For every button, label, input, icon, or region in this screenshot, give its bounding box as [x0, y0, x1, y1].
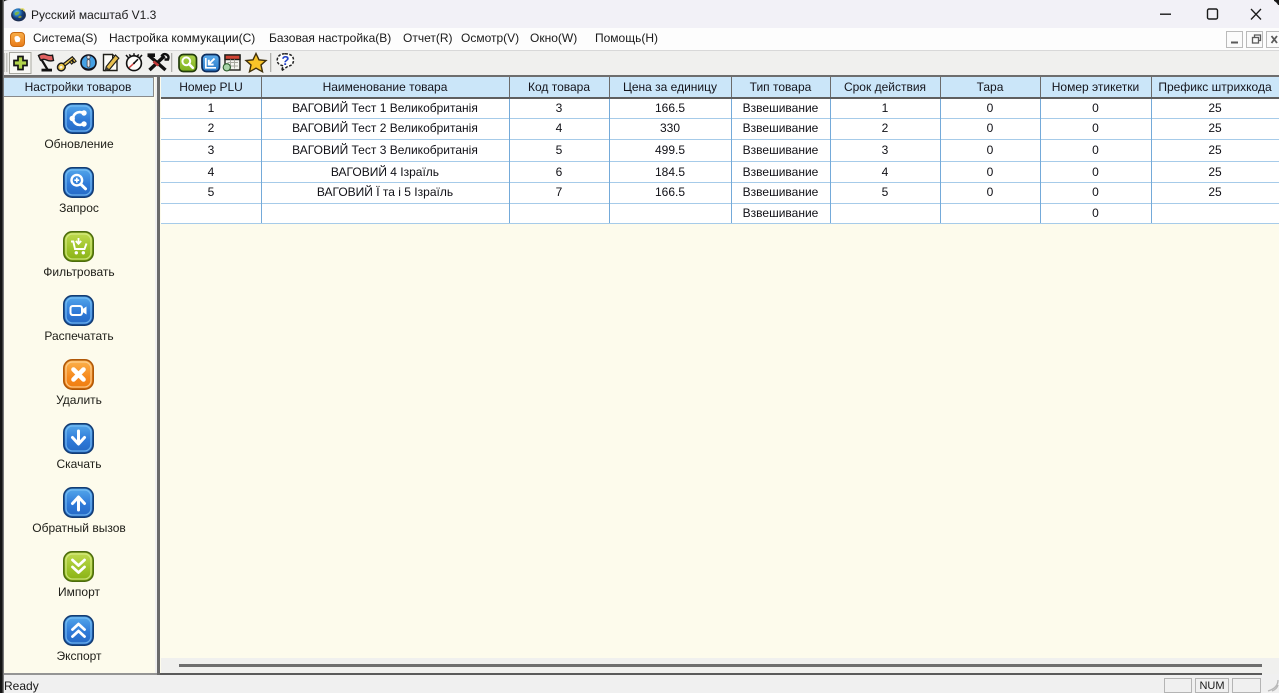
svg-text:?: ? [282, 53, 290, 68]
